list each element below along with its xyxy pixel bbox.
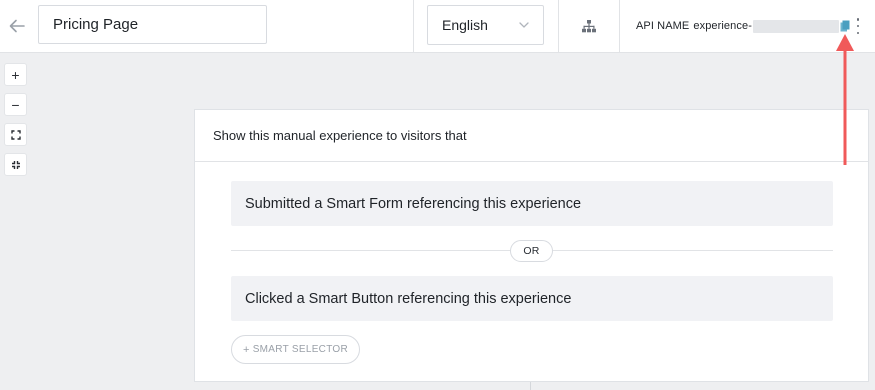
- back-button[interactable]: [4, 14, 30, 38]
- or-badge: OR: [510, 240, 553, 262]
- collapse-button[interactable]: [4, 153, 27, 176]
- copy-icon: [840, 20, 850, 32]
- back-arrow-icon: [9, 19, 25, 33]
- rule-smart-form[interactable]: Submitted a Smart Form referencing this …: [231, 181, 833, 226]
- chevron-down-icon: [519, 22, 529, 28]
- collapse-icon: [11, 160, 20, 169]
- plus-icon: +: [242, 343, 250, 356]
- sitemap-button[interactable]: [559, 0, 619, 53]
- zoom-out-button[interactable]: −: [4, 93, 27, 116]
- fit-screen-icon: [10, 129, 21, 140]
- api-name-field: API NAME experience-: [636, 17, 839, 35]
- minus-icon: −: [11, 96, 20, 113]
- kebab-menu-icon: [856, 18, 860, 21]
- copy-api-name-button[interactable]: [840, 19, 850, 32]
- smart-selector-label: SMART SELECTOR: [252, 344, 349, 355]
- connector-line: [530, 382, 531, 390]
- api-name-redacted: [752, 19, 839, 33]
- plus-icon: +: [11, 66, 20, 83]
- audience-condition-card: Show this manual experience to visitors …: [194, 109, 869, 382]
- top-bar: English API NAME experience-: [0, 0, 875, 53]
- language-label: English: [442, 17, 488, 33]
- annotation-arrow-icon: [836, 34, 854, 165]
- divider: [619, 0, 620, 53]
- card-title: Show this manual experience to visitors …: [195, 110, 868, 162]
- divider: [413, 0, 414, 53]
- api-name-label: API NAME: [636, 20, 690, 32]
- language-select[interactable]: English: [427, 5, 544, 45]
- fit-screen-button[interactable]: [4, 123, 27, 146]
- zoom-in-button[interactable]: +: [4, 63, 27, 86]
- more-options-button[interactable]: [853, 17, 863, 35]
- sitemap-icon: [582, 20, 596, 33]
- page-name-input[interactable]: [38, 5, 267, 44]
- add-smart-selector-button[interactable]: + SMART SELECTOR: [231, 335, 360, 364]
- rule-smart-button[interactable]: Clicked a Smart Button referencing this …: [231, 276, 833, 321]
- api-name-value: experience-: [693, 20, 752, 32]
